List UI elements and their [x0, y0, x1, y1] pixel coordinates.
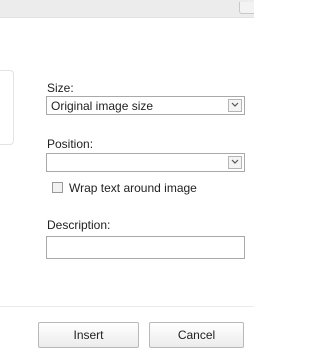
size-dropdown-button[interactable] [228, 99, 242, 112]
size-label: Size: [47, 81, 74, 95]
left-panel-edge [0, 70, 14, 145]
position-label: Position: [47, 137, 94, 151]
cancel-button[interactable]: Cancel [149, 322, 244, 348]
position-select[interactable] [46, 153, 245, 172]
chevron-down-icon [231, 159, 239, 164]
size-select[interactable]: Original image size [46, 96, 245, 115]
footer-divider [0, 306, 254, 307]
dialog-top-bar [0, 0, 254, 18]
description-label: Description: [47, 218, 111, 232]
wrap-text-label: Wrap text around image [69, 181, 197, 195]
chevron-down-icon [231, 102, 239, 107]
description-input[interactable] [46, 236, 245, 259]
wrap-text-checkbox[interactable] [52, 182, 63, 193]
insert-button[interactable]: Insert [38, 322, 139, 348]
position-dropdown-button[interactable] [228, 156, 242, 169]
top-bar-corner [239, 2, 254, 14]
size-select-value: Original image size [51, 99, 154, 113]
